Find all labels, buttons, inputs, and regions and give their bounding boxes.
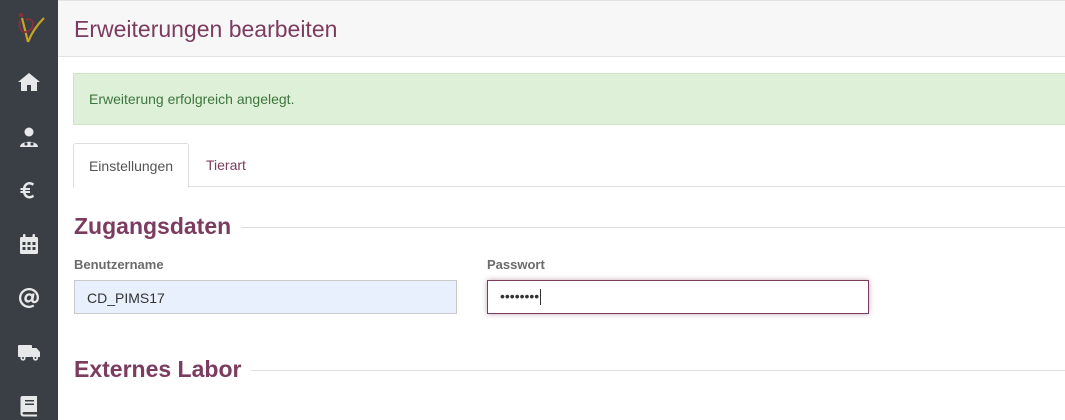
sidebar-item-delivery[interactable] (0, 325, 58, 379)
password-field[interactable]: •••••••• (487, 280, 869, 314)
home-icon (18, 73, 40, 91)
username-field[interactable]: CD_PIMS17 (74, 280, 457, 314)
calendar-icon (20, 234, 38, 254)
euro-icon (20, 182, 34, 199)
username-value: CD_PIMS17 (87, 290, 165, 306)
section-title-access: Zugangsdaten (74, 213, 242, 240)
sidebar-item-email[interactable] (0, 271, 58, 325)
page-header: Erweiterungen bearbeiten (58, 0, 1065, 57)
sidebar-item-finance[interactable] (0, 163, 58, 217)
sidebar-item-calendar[interactable] (0, 217, 58, 271)
section-divider (238, 227, 1065, 228)
section-title-lab: Externes Labor (74, 356, 252, 383)
tab-einstellungen[interactable]: Einstellungen (73, 143, 189, 188)
main-content: Erweiterungen bearbeiten Erweiterung erf… (58, 0, 1065, 420)
app-window: Erweiterungen bearbeiten Erweiterung erf… (0, 0, 1065, 420)
tab-tierart[interactable]: Tierart (190, 143, 262, 187)
user-icon (20, 127, 38, 147)
logo-icon (18, 12, 45, 43)
username-label: Benutzername (74, 257, 164, 272)
at-icon (19, 288, 39, 308)
password-label: Passwort (487, 257, 545, 272)
logo[interactable] (8, 6, 50, 48)
book-icon (20, 396, 37, 417)
sidebar-item-home[interactable] (0, 55, 58, 109)
truck-icon (18, 345, 40, 361)
sidebar-item-user[interactable] (0, 110, 58, 164)
sidebar (0, 0, 58, 420)
password-dots: •••••••• (500, 288, 540, 304)
page-title: Erweiterungen bearbeiten (74, 16, 338, 42)
sidebar-item-docs[interactable] (0, 379, 58, 420)
alert-text: Erweiterung erfolgreich angelegt. (89, 91, 295, 107)
text-caret (540, 289, 542, 306)
tab-bar: Einstellungen Tierart (73, 143, 1065, 188)
success-alert: Erweiterung erfolgreich angelegt. (73, 73, 1065, 125)
section-divider (244, 370, 1065, 371)
password-value: •••••••• (500, 288, 542, 306)
